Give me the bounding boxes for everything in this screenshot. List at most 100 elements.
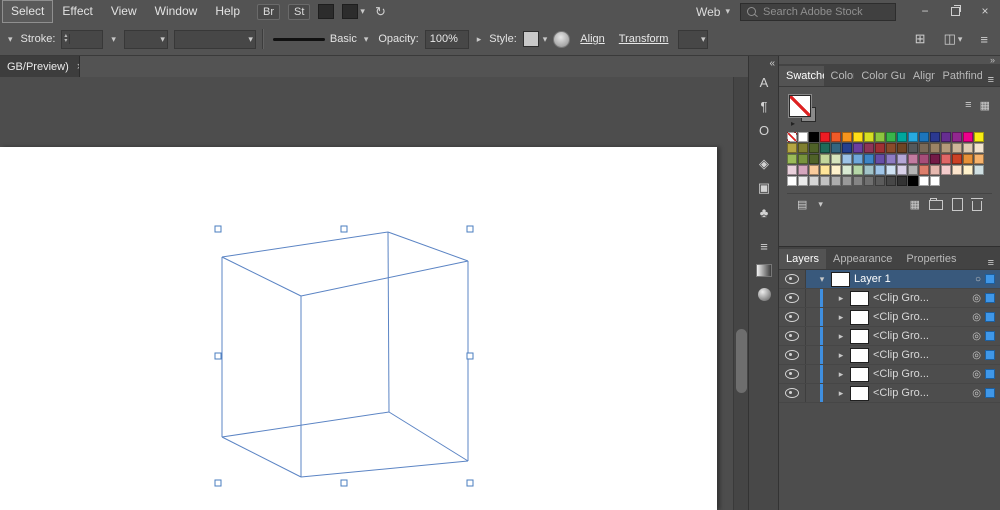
target-icon[interactable]: ◎: [972, 312, 981, 323]
selection-indicator[interactable]: [985, 350, 995, 360]
swatch[interactable]: [809, 176, 819, 186]
swatch[interactable]: [820, 176, 830, 186]
swatch[interactable]: [930, 132, 940, 142]
layer-thumbnail[interactable]: [831, 271, 850, 287]
canvas-area[interactable]: [0, 77, 748, 510]
swatch[interactable]: [974, 165, 984, 175]
swatch[interactable]: [886, 165, 896, 175]
selection-handle[interactable]: [214, 479, 222, 487]
paragraph-panel-icon[interactable]: ¶: [749, 94, 779, 118]
layer-name[interactable]: Layer 1: [854, 273, 891, 285]
swatch[interactable]: [908, 176, 918, 186]
selection-indicator[interactable]: [985, 369, 995, 379]
menu-select[interactable]: Select: [2, 0, 54, 23]
swatch[interactable]: [941, 154, 951, 164]
swatch[interactable]: [787, 165, 797, 175]
stepper-arrows-icon[interactable]: ▴ ▾: [62, 33, 71, 44]
swatch[interactable]: [798, 132, 808, 142]
swatch[interactable]: [820, 132, 830, 142]
new-swatch-icon[interactable]: [952, 198, 963, 211]
swatch[interactable]: [919, 132, 929, 142]
visibility-toggle[interactable]: [779, 346, 806, 364]
swatch[interactable]: [919, 176, 929, 186]
layer-name[interactable]: <Clip Gro...: [873, 368, 929, 380]
opacity-value[interactable]: 100%: [424, 29, 469, 49]
clip-group-row[interactable]: ▸ <Clip Gro... ◎: [779, 289, 1000, 308]
visibility-toggle[interactable]: [779, 308, 806, 326]
tab-appearance[interactable]: Appearance: [826, 249, 899, 269]
stroke-panel-icon[interactable]: ≡: [749, 234, 779, 258]
swatch[interactable]: [897, 176, 907, 186]
arrange-documents-icon[interactable]: [342, 4, 359, 19]
selection-handle[interactable]: [340, 225, 348, 233]
visibility-toggle[interactable]: [779, 270, 806, 288]
selection-handle[interactable]: [214, 225, 222, 233]
chevron-right-icon[interactable]: ▸: [836, 331, 846, 342]
swatch[interactable]: [831, 154, 841, 164]
swatch-kinds-icon[interactable]: ▦: [910, 198, 920, 211]
chevron-right-icon[interactable]: ▸: [836, 293, 846, 304]
variable-width-dropdown[interactable]: ▾: [173, 29, 256, 49]
swatch[interactable]: [963, 165, 973, 175]
chevron-right-icon[interactable]: ▸: [836, 369, 846, 380]
swatch[interactable]: [941, 132, 951, 142]
swatch[interactable]: [798, 154, 808, 164]
menu-view[interactable]: View: [102, 1, 146, 22]
visibility-toggle[interactable]: [779, 289, 806, 307]
swatch[interactable]: [886, 143, 896, 153]
minimize-button[interactable]: −: [910, 0, 940, 23]
tab-align[interactable]: Align: [906, 66, 936, 86]
layer-thumbnail[interactable]: [850, 309, 869, 325]
st-button[interactable]: St: [288, 3, 311, 20]
swatch[interactable]: [798, 176, 808, 186]
swatch[interactable]: [897, 132, 907, 142]
swatch[interactable]: [930, 143, 940, 153]
chevron-down-icon[interactable]: ▾: [817, 274, 827, 285]
target-icon[interactable]: ○: [975, 274, 981, 285]
menu-help[interactable]: Help: [206, 1, 249, 22]
swatch[interactable]: [908, 165, 918, 175]
swatch[interactable]: [831, 143, 841, 153]
menu-effect[interactable]: Effect: [53, 1, 101, 22]
swatch-libraries-icon[interactable]: ▤: [797, 198, 807, 211]
gradient-panel-icon[interactable]: [749, 258, 779, 282]
swatch[interactable]: [919, 143, 929, 153]
swatch[interactable]: [974, 143, 984, 153]
close-tab-icon[interactable]: ×: [77, 61, 79, 73]
swatch[interactable]: [897, 165, 907, 175]
swatch[interactable]: [952, 165, 962, 175]
opentype-panel-icon[interactable]: O: [749, 118, 779, 142]
align-link[interactable]: Align: [580, 33, 604, 45]
swatch[interactable]: [886, 154, 896, 164]
swatch[interactable]: [963, 154, 973, 164]
swatch[interactable]: [930, 176, 940, 186]
chevron-right-icon[interactable]: ▸: [836, 350, 846, 361]
swatch[interactable]: [853, 165, 863, 175]
swatch[interactable]: [853, 132, 863, 142]
swatch[interactable]: [864, 132, 874, 142]
target-icon[interactable]: ◎: [972, 293, 981, 304]
layer-thumbnail[interactable]: [850, 347, 869, 363]
swatch[interactable]: [864, 176, 874, 186]
swatch[interactable]: [842, 132, 852, 142]
layer-row[interactable]: ▾ Layer 1 ○: [779, 270, 1000, 289]
swatch[interactable]: [875, 176, 885, 186]
chevron-right-icon[interactable]: ▸: [836, 312, 846, 323]
visibility-toggle[interactable]: [779, 365, 806, 383]
search-box[interactable]: [740, 2, 896, 21]
tab-properties[interactable]: Properties: [899, 249, 963, 269]
swatch[interactable]: [941, 165, 951, 175]
selection-handle[interactable]: [466, 225, 474, 233]
swatch[interactable]: [853, 143, 863, 153]
swatch[interactable]: [886, 176, 896, 186]
swatch[interactable]: [908, 143, 918, 153]
swatch[interactable]: [820, 165, 830, 175]
character-panel-icon[interactable]: A: [749, 70, 779, 94]
selection-indicator[interactable]: [985, 331, 995, 341]
stroke-weight-dropdown[interactable]: ▾: [109, 34, 118, 45]
clip-group-row[interactable]: ▸ <Clip Gro... ◎: [779, 346, 1000, 365]
layer-thumbnail[interactable]: [850, 290, 869, 306]
fill-proxy-none[interactable]: [788, 94, 812, 118]
scrollbar-thumb[interactable]: [736, 329, 747, 393]
swatch[interactable]: [809, 132, 819, 142]
